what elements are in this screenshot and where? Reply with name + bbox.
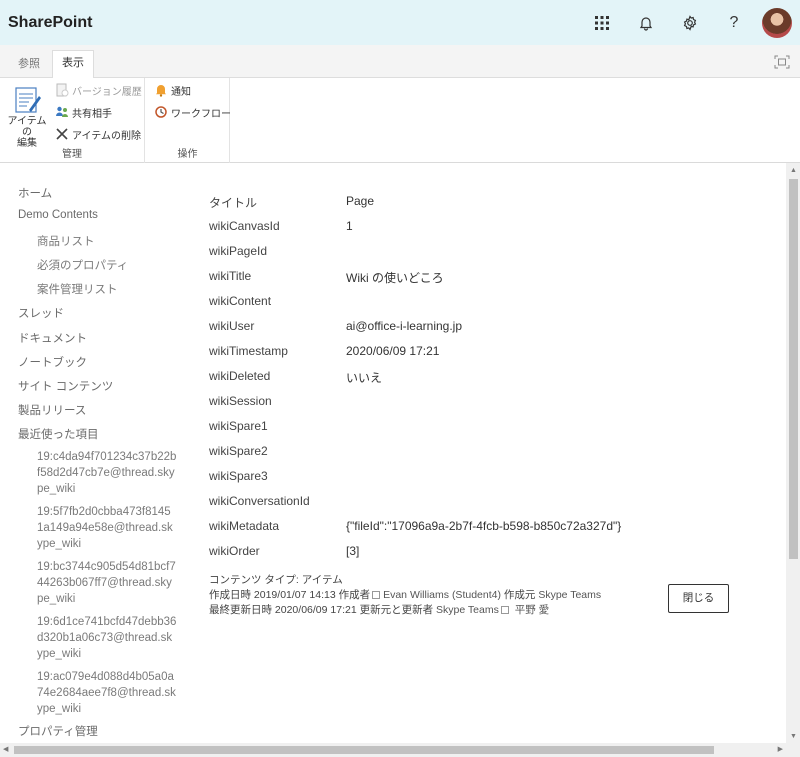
delete-item-button[interactable]: アイテムの削除 xyxy=(55,125,141,143)
ribbon-group-manage: アイテムの 編集 バージョン履歴 共有相手 アイテムの削除 管理 xyxy=(0,78,145,163)
horizontal-scroll-thumb[interactable] xyxy=(14,746,714,754)
ribbon-group-actions: 通知 ワークフロー 操作 xyxy=(146,78,231,163)
app-title[interactable]: SharePoint xyxy=(8,14,92,32)
tab-browse[interactable]: 参照 xyxy=(18,55,40,71)
created-app-label: 作成元 xyxy=(503,589,536,601)
field-label: wikiTitle xyxy=(209,269,252,283)
scroll-up-icon[interactable]: ▲ xyxy=(790,167,797,174)
bell-icon xyxy=(154,83,168,97)
recent-item[interactable]: 19:bc3744c905d54d81bcf744263b067ff7@thre… xyxy=(37,559,177,607)
edit-item-label-line1: アイテムの xyxy=(7,116,47,138)
field-label: wikiPageId xyxy=(209,244,268,258)
field-value: いいえ xyxy=(346,371,383,385)
tab-view[interactable]: 表示 xyxy=(52,50,94,78)
nav-required-properties[interactable]: 必須のプロパティ xyxy=(37,257,128,273)
edit-item-button[interactable]: アイテムの 編集 xyxy=(3,86,51,149)
avatar[interactable] xyxy=(762,7,792,38)
modified-info: 最終更新日時 2020/06/09 17:21 更新元と更新者 Skype Te… xyxy=(209,602,549,617)
nav-property-management[interactable]: プロパティ管理 xyxy=(18,723,98,739)
field-label: wikiConversationId xyxy=(209,494,310,508)
app-launcher-icon[interactable] xyxy=(580,0,624,45)
horizontal-scrollbar[interactable]: ◀ ▶ xyxy=(0,743,800,757)
people-icon xyxy=(55,105,69,119)
field-label: wikiSpare2 xyxy=(209,444,268,458)
field-value: 2020/06/09 17:21 xyxy=(346,344,440,358)
modified-app: Skype Teams xyxy=(436,604,499,616)
group-label-actions: 操作 xyxy=(177,149,198,160)
presence-icon xyxy=(372,591,381,599)
delete-item-label: アイテムの削除 xyxy=(72,130,141,142)
recent-item[interactable]: 19:ac079e4d088d4b05a0a74e2684aee7f8@thre… xyxy=(37,669,177,717)
field-label: wikiOrder xyxy=(209,544,260,558)
field-value: ai@office-i-learning.jp xyxy=(346,319,463,333)
recent-item[interactable]: 19:6d1ce741bcfd47debb36d320b1a06c73@thre… xyxy=(37,614,177,662)
created-app: Skype Teams xyxy=(538,589,602,601)
gear-icon[interactable] xyxy=(668,0,712,45)
vertical-scrollbar[interactable]: ▲ ▼ xyxy=(786,163,800,743)
field-value: [3] xyxy=(346,544,360,558)
field-value: Wiki の使いどころ xyxy=(346,271,444,285)
version-history-button[interactable]: バージョン履歴 xyxy=(55,81,142,99)
field-label: wikiTimestamp xyxy=(209,344,288,358)
vertical-scroll-thumb[interactable] xyxy=(789,179,798,559)
shared-with-label: 共有相手 xyxy=(72,108,112,120)
presence-icon xyxy=(500,606,509,614)
alert-me-label: 通知 xyxy=(171,86,191,98)
shared-with-button[interactable]: 共有相手 xyxy=(55,103,112,121)
field-label: wikiContent xyxy=(209,294,272,308)
edit-item-icon xyxy=(11,86,43,114)
nav-product-release[interactable]: 製品リリース xyxy=(18,402,86,418)
help-icon[interactable]: ? xyxy=(712,0,756,45)
nav-recent[interactable]: 最近使った項目 xyxy=(18,426,99,442)
modified-prefix: 最終更新日時 2020/06/09 17:21 更新元と更新者 xyxy=(209,604,434,616)
field-value: Page xyxy=(346,194,375,208)
group-label-manage: 管理 xyxy=(62,149,82,160)
field-label: wikiUser xyxy=(209,319,255,333)
field-label: wikiSpare3 xyxy=(209,469,268,483)
focus-content-icon[interactable] xyxy=(774,55,790,69)
bell-icon[interactable] xyxy=(624,0,668,45)
field-label: wikiSession xyxy=(209,394,272,408)
scroll-right-icon[interactable]: ▶ xyxy=(778,746,783,753)
nav-product-list[interactable]: 商品リスト xyxy=(37,233,95,249)
field-label: wikiSpare1 xyxy=(209,419,268,433)
created-info: 作成日時 2019/01/07 14:13 作成者 Evan Williams (… xyxy=(209,587,601,602)
item-display-form: タイトル Page wikiCanvasId 1 wikiPageId wikiTitle… xyxy=(185,163,785,743)
nav-site-contents[interactable]: サイト コンテンツ xyxy=(18,378,113,394)
workflow-icon xyxy=(154,105,168,119)
nav-notebook[interactable]: ノートブック xyxy=(18,354,87,370)
field-label: wikiDeleted xyxy=(209,369,271,383)
field-label: wikiCanvasId xyxy=(209,219,280,233)
scroll-down-icon[interactable]: ▼ xyxy=(790,733,797,740)
alert-me-button[interactable]: 通知 xyxy=(154,81,191,99)
nav-threads[interactable]: スレッド xyxy=(18,305,64,321)
suite-bar: SharePoint ? xyxy=(0,0,800,45)
field-label: タイトル xyxy=(209,196,258,210)
recent-item[interactable]: 19:c4da94f701234c37b22bf58d2d47cb7e@thre… xyxy=(37,449,177,497)
workflow-label: ワークフロー xyxy=(171,108,231,120)
created-prefix: 作成日時 2019/01/07 14:13 作成者 xyxy=(209,589,371,601)
field-label: wikiMetadata xyxy=(209,519,280,533)
ribbon-tabs: 参照 表示 xyxy=(0,45,800,78)
field-value: {"fileId":"17096a9a-2b7f-4fcb-b598-b850c… xyxy=(346,519,622,533)
modified-by-link[interactable]: 平野 愛 xyxy=(515,604,549,616)
workflow-button[interactable]: ワークフロー xyxy=(154,103,231,121)
delete-x-icon xyxy=(55,127,69,141)
nav-home[interactable]: ホーム xyxy=(18,185,52,201)
created-by-link[interactable]: Evan Williams (Student4) xyxy=(383,589,501,601)
field-value: 1 xyxy=(346,219,353,233)
left-navigation: ホーム Demo Contents 商品リスト 必須のプロパティ 案件管理リスト… xyxy=(0,163,185,743)
nav-documents[interactable]: ドキュメント xyxy=(18,330,87,346)
nav-demo-contents[interactable]: Demo Contents xyxy=(18,209,98,221)
ribbon: アイテムの 編集 バージョン履歴 共有相手 アイテムの削除 管理 通知 ワークフ… xyxy=(0,78,800,163)
close-button[interactable]: 閉じる xyxy=(668,584,729,613)
content-type: コンテンツ タイプ: アイテム xyxy=(209,574,343,586)
nav-project-list[interactable]: 案件管理リスト xyxy=(37,281,118,297)
version-history-label: バージョン履歴 xyxy=(72,86,142,98)
version-history-icon xyxy=(55,83,69,97)
scroll-left-icon[interactable]: ◀ xyxy=(3,746,8,753)
recent-item[interactable]: 19:5f7fb2d0cbba473f81451a149a94e58e@thre… xyxy=(37,504,177,552)
